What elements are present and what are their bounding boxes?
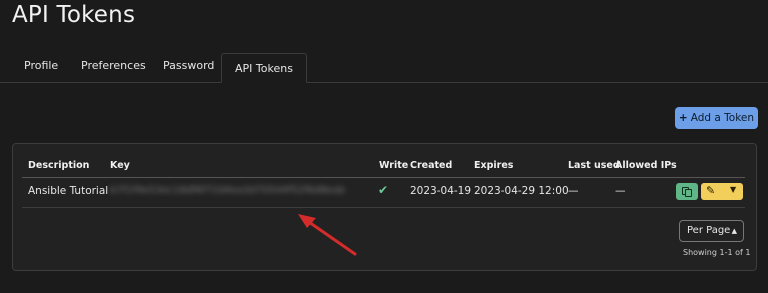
annotation-arrow — [298, 214, 357, 256]
arrow-shaft — [304, 218, 357, 256]
